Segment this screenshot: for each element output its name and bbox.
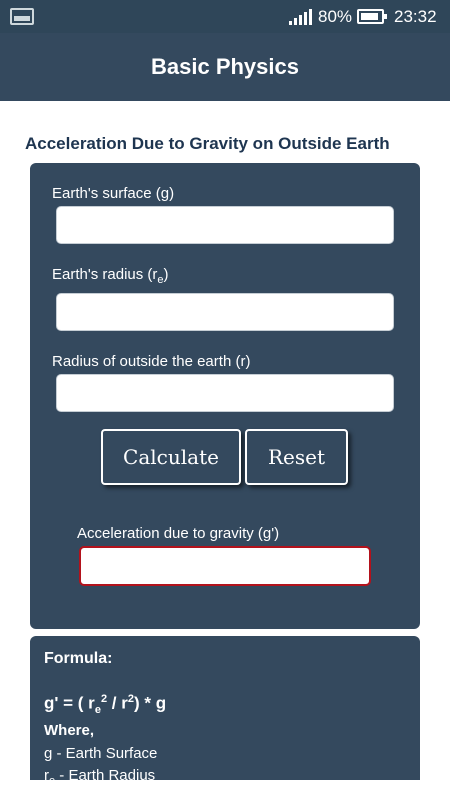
signal-strength-icon	[289, 9, 312, 25]
app-title: Basic Physics	[151, 54, 299, 79]
outside-radius-label: Radius of outside the earth (r)	[52, 353, 251, 370]
formula-eq-sub: e	[94, 704, 101, 717]
earth-radius-label: Earth's radius (re)	[52, 266, 169, 286]
formula-eq-part-c: ) * g	[133, 693, 167, 713]
app-bar: Basic Physics	[0, 33, 450, 101]
formula-line-re: re - Earth Radius	[44, 767, 155, 780]
formula-eq-part-a: g' = ( r	[44, 693, 95, 713]
battery-percentage: 80%	[318, 7, 353, 26]
gallery-notification-icon	[10, 8, 34, 25]
calculate-button[interactable]: Calculate	[101, 429, 241, 485]
battery-icon	[357, 9, 387, 24]
formula-equation: g' = ( re2 / r2) * g	[44, 693, 166, 716]
formula-panel: Formula: g' = ( re2 / r2) * g Where, g -…	[30, 636, 420, 780]
page-title: Acceleration Due to Gravity on Outside E…	[25, 134, 390, 153]
formula-where: Where,	[44, 722, 95, 739]
reset-button[interactable]: Reset	[245, 429, 348, 485]
result-output[interactable]	[79, 546, 371, 586]
surface-gravity-label: Earth's surface (g)	[52, 185, 175, 202]
earth-radius-label-end: )	[163, 266, 169, 283]
outside-radius-input[interactable]	[56, 374, 394, 412]
earth-radius-input[interactable]	[56, 293, 394, 331]
status-time: 23:32	[394, 7, 437, 26]
surface-gravity-input[interactable]	[56, 206, 394, 244]
result-label: Acceleration due to gravity (g')	[77, 525, 280, 542]
formula-heading: Formula:	[44, 650, 113, 667]
earth-radius-label-text: Earth's radius (r	[52, 266, 158, 283]
formula-line-re-rest: - Earth Radius	[55, 767, 156, 780]
formula-eq-part-b: / r	[107, 693, 128, 713]
calculator-panel: Earth's surface (g) Earth's radius (re) …	[30, 163, 420, 629]
status-bar: 80% 23:32	[0, 0, 450, 33]
formula-line-g: g - Earth Surface	[44, 745, 158, 762]
